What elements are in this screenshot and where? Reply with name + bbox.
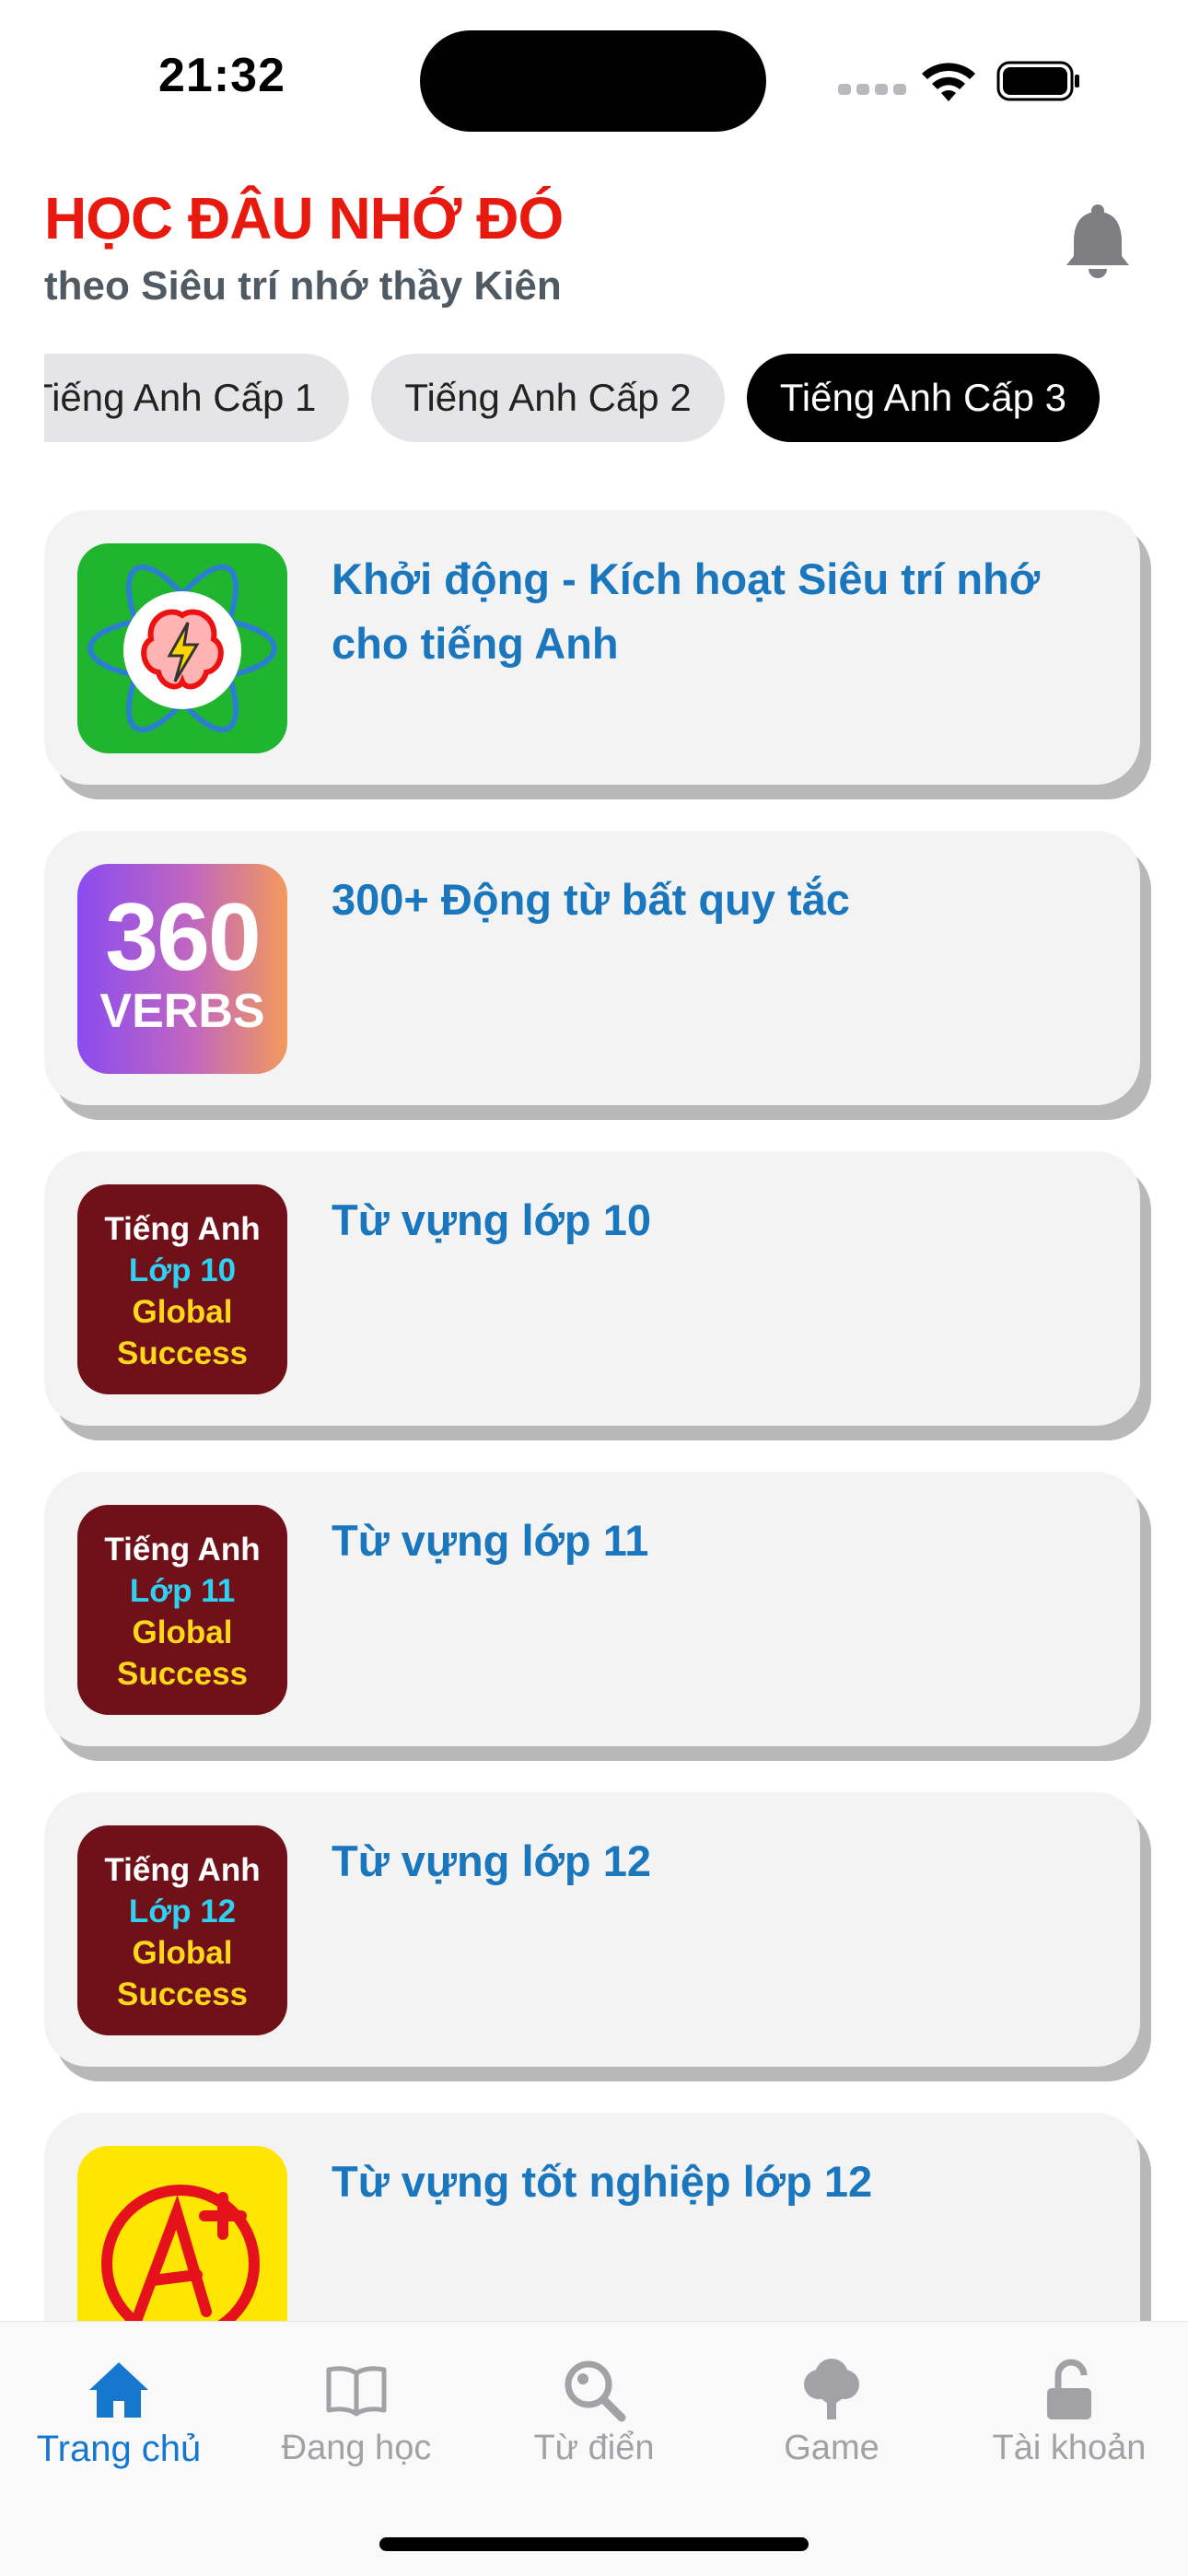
tab-label: Trang chủ (36, 2429, 202, 2469)
tab-home[interactable]: Trang chủ (0, 2337, 238, 2470)
brain-atom-icon (77, 543, 287, 753)
verbs-thumbnail: 360 VERBS (77, 864, 287, 1074)
app-subtitle: theo Siêu trí nhớ thầy Kiên (44, 263, 562, 309)
thumb-number: 360 (105, 884, 262, 991)
tab-dictionary[interactable]: Từ điển (475, 2337, 713, 2468)
tab-label: Từ điển (533, 2429, 655, 2467)
course-title: Từ vựng lớp 11 (332, 1516, 649, 1565)
cellular-signal-icon (838, 83, 912, 99)
course-title: 300+ Động từ bất quy tắc (332, 875, 850, 924)
course-card[interactable]: 360 VERBS 300+ Động từ bất quy tắc (44, 831, 1140, 1105)
tab-account[interactable]: Tài khoản (950, 2337, 1188, 2468)
status-bar: 21:32 (0, 0, 1188, 147)
grade-10-thumbnail: Tiếng Anh Lớp 10 Global Success (77, 1184, 287, 1394)
search-icon (565, 2360, 626, 2422)
grade-12-thumbnail: Tiếng Anh Lớp 12 Global Success (77, 1825, 287, 2035)
course-title: Từ vựng lớp 12 (332, 1836, 651, 1885)
dynamic-island (420, 30, 766, 132)
tab-learning[interactable]: Đang học (238, 2337, 475, 2468)
thumb-line: Global (132, 1935, 233, 1971)
course-title: Khởi động - Kích hoạt Siêu trí nhớ cho t… (332, 554, 1041, 668)
thumb-line: Lớp 12 (128, 1894, 237, 1929)
tree-icon (804, 2359, 859, 2419)
thumb-line: Tiếng Anh (104, 1211, 261, 1247)
thumb-line: Lớp 11 (129, 1573, 236, 1609)
tab-game[interactable]: Game (713, 2337, 950, 2468)
unlock-icon (1047, 2359, 1091, 2419)
wifi-icon (922, 63, 975, 101)
app-title: HỌC ĐÂU NHỚ ĐÓ (44, 185, 564, 251)
course-card[interactable]: Khởi động - Kích hoạt Siêu trí nhớ cho t… (44, 510, 1140, 785)
course-card[interactable]: Tiếng Anh Lớp 11 Global Success Từ vựng … (44, 1472, 1140, 1746)
course-list: Khởi động - Kích hoạt Siêu trí nhớ cho t… (44, 510, 1149, 2433)
chip-level-2[interactable]: Tiếng Anh Cấp 2 (371, 354, 725, 442)
battery-icon (996, 61, 1079, 101)
thumb-label: VERBS (99, 985, 265, 1038)
thumb-line: Success (116, 1976, 249, 2012)
tab-label: Đang học (281, 2429, 432, 2467)
course-card[interactable]: Tiếng Anh Lớp 10 Global Success Từ vựng … (44, 1151, 1140, 1426)
level-chips: Tiếng Anh Cấp 1 Tiếng Anh Cấp 2 Tiếng Anh … (44, 354, 1144, 446)
course-title: Từ vựng tốt nghiệp lớp 12 (332, 2157, 873, 2206)
chip-level-3[interactable]: Tiếng Anh Cấp 3 (746, 354, 1101, 442)
book-icon (326, 2366, 387, 2417)
thumb-line: Tiếng Anh (104, 1532, 261, 1568)
thumb-line: Global (132, 1294, 233, 1330)
tab-label: Tài khoản (992, 2429, 1147, 2467)
grade-11-thumbnail: Tiếng Anh Lớp 11 Global Success (77, 1505, 287, 1715)
home-indicator[interactable] (379, 2537, 809, 2551)
thumb-line: Lớp 10 (128, 1253, 237, 1288)
tab-label: Game (784, 2429, 879, 2467)
chip-level-1[interactable]: Tiếng Anh Cấp 1 (44, 354, 350, 442)
status-time: 21:32 (158, 49, 285, 102)
course-title: Từ vựng lớp 10 (332, 1195, 651, 1244)
notification-bell-icon[interactable] (1059, 203, 1136, 282)
course-card[interactable]: Tiếng Anh Lớp 12 Global Success Từ vựng … (44, 1792, 1140, 2067)
thumb-line: Success (116, 1335, 249, 1371)
thumb-line: Global (132, 1614, 233, 1650)
home-icon (89, 2362, 148, 2418)
thumb-line: Tiếng Anh (104, 1852, 261, 1888)
thumb-line: Success (116, 1656, 249, 1692)
